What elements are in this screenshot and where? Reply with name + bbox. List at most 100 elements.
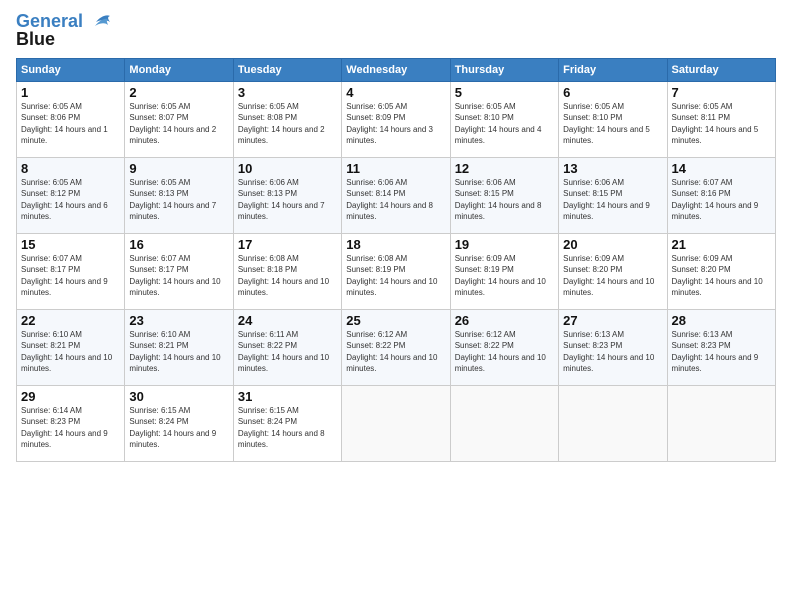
header: General Blue [16,12,776,50]
day-number: 3 [238,85,337,100]
calendar-cell: 3 Sunrise: 6:05 AM Sunset: 8:08 PM Dayli… [233,81,341,157]
calendar-cell: 8 Sunrise: 6:05 AM Sunset: 8:12 PM Dayli… [17,157,125,233]
day-number: 8 [21,161,120,176]
header-monday: Monday [125,58,233,81]
day-info: Sunrise: 6:11 AM Sunset: 8:22 PM Dayligh… [238,329,337,375]
day-number: 19 [455,237,554,252]
calendar-cell [667,385,775,461]
calendar-cell: 23 Sunrise: 6:10 AM Sunset: 8:21 PM Dayl… [125,309,233,385]
day-number: 25 [346,313,445,328]
calendar-cell: 25 Sunrise: 6:12 AM Sunset: 8:22 PM Dayl… [342,309,450,385]
day-info: Sunrise: 6:07 AM Sunset: 8:17 PM Dayligh… [21,253,120,299]
day-number: 17 [238,237,337,252]
day-number: 22 [21,313,120,328]
day-info: Sunrise: 6:15 AM Sunset: 8:24 PM Dayligh… [238,405,337,451]
calendar-cell: 27 Sunrise: 6:13 AM Sunset: 8:23 PM Dayl… [559,309,667,385]
day-number: 6 [563,85,662,100]
calendar-cell: 16 Sunrise: 6:07 AM Sunset: 8:17 PM Dayl… [125,233,233,309]
header-thursday: Thursday [450,58,558,81]
calendar-cell: 14 Sunrise: 6:07 AM Sunset: 8:16 PM Dayl… [667,157,775,233]
logo-bird-icon [90,14,114,30]
day-info: Sunrise: 6:14 AM Sunset: 8:23 PM Dayligh… [21,405,120,451]
day-info: Sunrise: 6:06 AM Sunset: 8:13 PM Dayligh… [238,177,337,223]
header-sunday: Sunday [17,58,125,81]
calendar-cell: 17 Sunrise: 6:08 AM Sunset: 8:18 PM Dayl… [233,233,341,309]
day-info: Sunrise: 6:05 AM Sunset: 8:11 PM Dayligh… [672,101,771,147]
day-number: 18 [346,237,445,252]
day-number: 21 [672,237,771,252]
calendar-cell: 24 Sunrise: 6:11 AM Sunset: 8:22 PM Dayl… [233,309,341,385]
day-number: 2 [129,85,228,100]
header-friday: Friday [559,58,667,81]
day-number: 5 [455,85,554,100]
day-info: Sunrise: 6:05 AM Sunset: 8:12 PM Dayligh… [21,177,120,223]
day-info: Sunrise: 6:15 AM Sunset: 8:24 PM Dayligh… [129,405,228,451]
calendar-cell [342,385,450,461]
calendar-cell: 1 Sunrise: 6:05 AM Sunset: 8:06 PM Dayli… [17,81,125,157]
day-number: 13 [563,161,662,176]
day-info: Sunrise: 6:06 AM Sunset: 8:14 PM Dayligh… [346,177,445,223]
calendar-cell: 28 Sunrise: 6:13 AM Sunset: 8:23 PM Dayl… [667,309,775,385]
calendar-cell: 13 Sunrise: 6:06 AM Sunset: 8:15 PM Dayl… [559,157,667,233]
calendar-cell: 19 Sunrise: 6:09 AM Sunset: 8:19 PM Dayl… [450,233,558,309]
day-info: Sunrise: 6:12 AM Sunset: 8:22 PM Dayligh… [455,329,554,375]
day-info: Sunrise: 6:06 AM Sunset: 8:15 PM Dayligh… [455,177,554,223]
calendar-week-row: 8 Sunrise: 6:05 AM Sunset: 8:12 PM Dayli… [17,157,776,233]
calendar-cell [450,385,558,461]
calendar-page: General Blue Sunday Monday Tuesday [0,0,792,612]
day-number: 27 [563,313,662,328]
calendar-cell: 21 Sunrise: 6:09 AM Sunset: 8:20 PM Dayl… [667,233,775,309]
day-info: Sunrise: 6:08 AM Sunset: 8:18 PM Dayligh… [238,253,337,299]
day-info: Sunrise: 6:09 AM Sunset: 8:19 PM Dayligh… [455,253,554,299]
day-info: Sunrise: 6:05 AM Sunset: 8:10 PM Dayligh… [455,101,554,147]
day-info: Sunrise: 6:06 AM Sunset: 8:15 PM Dayligh… [563,177,662,223]
calendar-cell: 10 Sunrise: 6:06 AM Sunset: 8:13 PM Dayl… [233,157,341,233]
calendar-cell: 2 Sunrise: 6:05 AM Sunset: 8:07 PM Dayli… [125,81,233,157]
calendar-cell: 31 Sunrise: 6:15 AM Sunset: 8:24 PM Dayl… [233,385,341,461]
day-info: Sunrise: 6:13 AM Sunset: 8:23 PM Dayligh… [563,329,662,375]
header-wednesday: Wednesday [342,58,450,81]
day-number: 23 [129,313,228,328]
day-info: Sunrise: 6:10 AM Sunset: 8:21 PM Dayligh… [21,329,120,375]
calendar-cell [559,385,667,461]
day-info: Sunrise: 6:10 AM Sunset: 8:21 PM Dayligh… [129,329,228,375]
day-number: 31 [238,389,337,404]
day-number: 12 [455,161,554,176]
day-number: 11 [346,161,445,176]
day-info: Sunrise: 6:05 AM Sunset: 8:07 PM Dayligh… [129,101,228,147]
day-number: 29 [21,389,120,404]
calendar-cell: 7 Sunrise: 6:05 AM Sunset: 8:11 PM Dayli… [667,81,775,157]
calendar-cell: 5 Sunrise: 6:05 AM Sunset: 8:10 PM Dayli… [450,81,558,157]
calendar-cell: 20 Sunrise: 6:09 AM Sunset: 8:20 PM Dayl… [559,233,667,309]
calendar-cell: 9 Sunrise: 6:05 AM Sunset: 8:13 PM Dayli… [125,157,233,233]
calendar-week-row: 29 Sunrise: 6:14 AM Sunset: 8:23 PM Dayl… [17,385,776,461]
day-info: Sunrise: 6:05 AM Sunset: 8:10 PM Dayligh… [563,101,662,147]
day-number: 30 [129,389,228,404]
header-tuesday: Tuesday [233,58,341,81]
day-number: 1 [21,85,120,100]
day-info: Sunrise: 6:07 AM Sunset: 8:17 PM Dayligh… [129,253,228,299]
day-info: Sunrise: 6:05 AM Sunset: 8:06 PM Dayligh… [21,101,120,147]
day-number: 24 [238,313,337,328]
day-info: Sunrise: 6:09 AM Sunset: 8:20 PM Dayligh… [563,253,662,299]
day-number: 26 [455,313,554,328]
calendar-header-row: Sunday Monday Tuesday Wednesday Thursday… [17,58,776,81]
day-number: 14 [672,161,771,176]
calendar-week-row: 22 Sunrise: 6:10 AM Sunset: 8:21 PM Dayl… [17,309,776,385]
calendar-table: Sunday Monday Tuesday Wednesday Thursday… [16,58,776,462]
logo-blue: Blue [16,29,55,49]
calendar-cell: 26 Sunrise: 6:12 AM Sunset: 8:22 PM Dayl… [450,309,558,385]
day-number: 16 [129,237,228,252]
calendar-cell: 11 Sunrise: 6:06 AM Sunset: 8:14 PM Dayl… [342,157,450,233]
calendar-cell: 15 Sunrise: 6:07 AM Sunset: 8:17 PM Dayl… [17,233,125,309]
calendar-cell: 18 Sunrise: 6:08 AM Sunset: 8:19 PM Dayl… [342,233,450,309]
day-info: Sunrise: 6:05 AM Sunset: 8:08 PM Dayligh… [238,101,337,147]
day-info: Sunrise: 6:05 AM Sunset: 8:09 PM Dayligh… [346,101,445,147]
day-info: Sunrise: 6:12 AM Sunset: 8:22 PM Dayligh… [346,329,445,375]
day-info: Sunrise: 6:08 AM Sunset: 8:19 PM Dayligh… [346,253,445,299]
calendar-cell: 4 Sunrise: 6:05 AM Sunset: 8:09 PM Dayli… [342,81,450,157]
day-number: 10 [238,161,337,176]
day-info: Sunrise: 6:07 AM Sunset: 8:16 PM Dayligh… [672,177,771,223]
day-number: 28 [672,313,771,328]
header-saturday: Saturday [667,58,775,81]
